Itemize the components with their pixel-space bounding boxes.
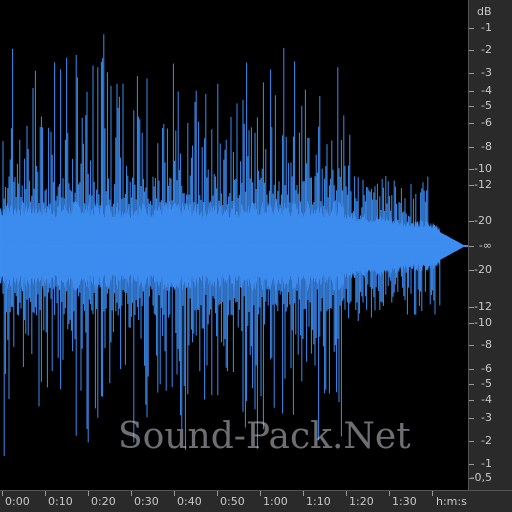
db-tick bbox=[469, 221, 474, 222]
time-tick bbox=[88, 491, 89, 496]
db-label-top: -10 bbox=[474, 162, 492, 175]
db-tick bbox=[469, 464, 474, 465]
db-tick bbox=[469, 28, 474, 29]
db-label-top: -1 bbox=[481, 21, 492, 34]
time-label: 0:00 bbox=[5, 495, 30, 508]
time-label: 0:20 bbox=[91, 495, 116, 508]
db-label-bottom: -3 bbox=[481, 411, 492, 424]
time-unit-label: h:m:s bbox=[436, 495, 467, 508]
db-tick bbox=[469, 478, 474, 479]
time-label: 0:40 bbox=[177, 495, 202, 508]
db-tick bbox=[469, 123, 474, 124]
time-tick bbox=[389, 491, 390, 496]
time-label: 1:00 bbox=[263, 495, 288, 508]
db-tick bbox=[469, 185, 474, 186]
time-label: 0:30 bbox=[134, 495, 159, 508]
db-tick bbox=[469, 147, 474, 148]
time-label: 0:10 bbox=[48, 495, 73, 508]
db-scale-ruler: dB -1 -2 -3 -4 -5 -6 -8 -10 -12 -20 -∞ -20 -12 -10 -8… bbox=[468, 0, 512, 490]
time-label: 1:20 bbox=[349, 495, 374, 508]
db-label-bottom: -20 bbox=[474, 263, 492, 276]
db-tick bbox=[469, 270, 474, 271]
db-tick bbox=[469, 169, 474, 170]
time-tick bbox=[174, 491, 175, 496]
db-label-top: -5 bbox=[481, 99, 492, 112]
db-tick bbox=[469, 384, 474, 385]
time-tick bbox=[2, 491, 3, 496]
time-ruler[interactable]: 0:00 0:10 0:20 0:30 0:40 0:50 1:00 1:10 1:20 1:30… bbox=[0, 490, 512, 512]
db-label-top: -20 bbox=[474, 214, 492, 227]
time-tick bbox=[303, 491, 304, 496]
db-tick bbox=[469, 323, 474, 324]
db-tick bbox=[469, 441, 474, 442]
db-label-bottom: -10 bbox=[474, 316, 492, 329]
db-label-top: -∞ bbox=[478, 239, 492, 252]
time-label: 1:10 bbox=[306, 495, 331, 508]
db-label-top: -12 bbox=[474, 178, 492, 191]
db-tick bbox=[469, 400, 474, 401]
watermark-text: Sound-Pack.Net bbox=[118, 416, 411, 457]
time-tick bbox=[260, 491, 261, 496]
db-label-top: -8 bbox=[481, 140, 492, 153]
db-tick bbox=[469, 246, 474, 247]
db-label-bottom: -1 bbox=[481, 457, 492, 470]
db-label-bottom: -4 bbox=[481, 393, 492, 406]
db-label-top: -3 bbox=[481, 66, 492, 79]
db-label-bottom: -2 bbox=[481, 434, 492, 447]
time-tick bbox=[131, 491, 132, 496]
time-label: 0:50 bbox=[220, 495, 245, 508]
db-label-top: -2 bbox=[481, 43, 492, 56]
db-tick bbox=[469, 73, 474, 74]
db-label-top: -6 bbox=[481, 116, 492, 129]
time-tick bbox=[217, 491, 218, 496]
time-tick bbox=[45, 491, 46, 496]
db-label-bottom: -8 bbox=[481, 338, 492, 351]
db-tick bbox=[469, 345, 474, 346]
db-unit-label: dB bbox=[477, 5, 492, 18]
time-tick bbox=[346, 491, 347, 496]
db-label-bottom: -6 bbox=[481, 362, 492, 375]
db-label-bottom: -12 bbox=[474, 300, 492, 313]
time-tick bbox=[432, 491, 433, 496]
db-tick bbox=[469, 91, 474, 92]
db-tick bbox=[469, 369, 474, 370]
db-label-bottom: -5 bbox=[481, 377, 492, 390]
db-tick bbox=[469, 106, 474, 107]
db-tick bbox=[469, 307, 474, 308]
db-tick bbox=[469, 418, 474, 419]
time-label: 1:30 bbox=[392, 495, 417, 508]
db-tick bbox=[469, 50, 474, 51]
db-label-top: -4 bbox=[481, 84, 492, 97]
